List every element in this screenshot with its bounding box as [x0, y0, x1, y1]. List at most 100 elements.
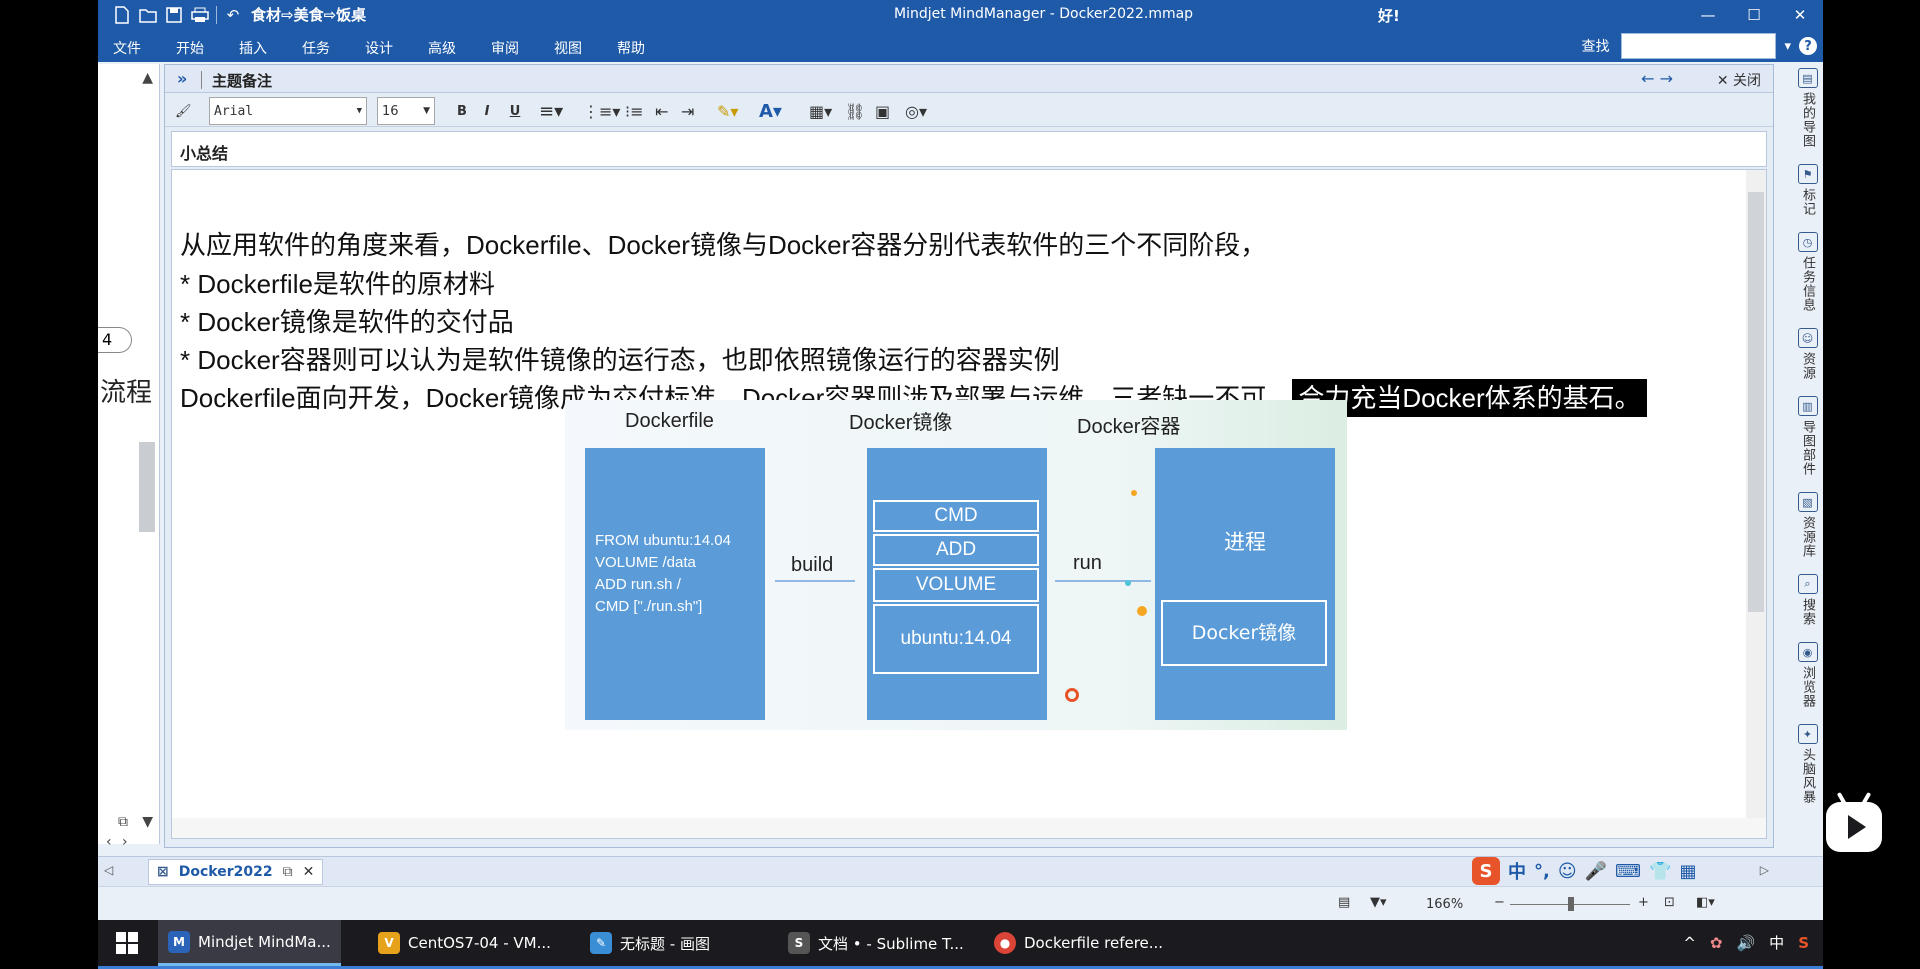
- map-overview-icon[interactable]: ⧉: [118, 814, 128, 830]
- emoji-icon[interactable]: ☺: [1558, 861, 1577, 882]
- bold-button[interactable]: B: [450, 99, 474, 123]
- menu-insert[interactable]: 插入: [239, 38, 302, 58]
- taskbar-sublime[interactable]: S 文档 • - Sublime T...: [778, 920, 974, 966]
- page-icon[interactable]: ▤: [1338, 895, 1350, 910]
- menu-view[interactable]: 视图: [554, 38, 617, 58]
- numbered-list-icon[interactable]: ⋮≡▾: [583, 99, 620, 123]
- decrease-indent-icon[interactable]: ⇤: [655, 99, 668, 123]
- insert-object-icon[interactable]: ◎▾: [905, 99, 927, 123]
- zoom-slider-knob[interactable]: [1568, 897, 1574, 911]
- microphone-icon[interactable]: 🎤: [1585, 861, 1607, 882]
- minimize-icon[interactable]: —: [1685, 0, 1731, 30]
- windows-start-icon[interactable]: [116, 932, 138, 954]
- filter-icon[interactable]: ▼▾: [1370, 895, 1387, 910]
- docker-image-box: CMD ADD VOLUME ubuntu:14.04: [867, 448, 1047, 720]
- tab-brainstorm[interactable]: ✦ 头脑风暴: [1792, 720, 1823, 804]
- tab-markers[interactable]: ⚑ 标记: [1792, 160, 1823, 216]
- taskbar-paint[interactable]: ✎ 无标题 - 画图: [580, 920, 720, 966]
- save-icon[interactable]: [164, 5, 184, 25]
- italic-button[interactable]: I: [475, 99, 499, 123]
- font-size-select[interactable]: 16 ▼: [377, 97, 435, 125]
- taskbar-chrome[interactable]: ● Dockerfile refere...: [984, 920, 1173, 966]
- scroll-up-icon[interactable]: ▲: [142, 70, 153, 86]
- zoom-out-icon[interactable]: −: [1494, 895, 1505, 910]
- video-play-icon[interactable]: [1826, 791, 1882, 852]
- underline-button[interactable]: U: [503, 99, 527, 123]
- tab-scroll-left-icon[interactable]: ◁: [104, 863, 113, 877]
- taskbar-vmware[interactable]: V CentOS7-04 - VM...: [368, 920, 561, 966]
- search-icon: ⌕: [1797, 574, 1818, 594]
- tab-my-maps[interactable]: ▤ 我的导图: [1792, 64, 1823, 148]
- tab-search[interactable]: ⌕ 搜索: [1792, 570, 1823, 626]
- zoom-in-icon[interactable]: +: [1638, 895, 1649, 910]
- ime-toolbar: S 中 °, ☺ 🎤 ⌨ 👕 ▦: [1472, 857, 1696, 885]
- highlight-color-icon[interactable]: ✎▾: [717, 99, 738, 123]
- font-family-select[interactable]: Arial ▼: [209, 97, 367, 125]
- align-icon[interactable]: ≡▾: [539, 99, 563, 123]
- punctuation-icon[interactable]: °,: [1534, 861, 1550, 882]
- increase-indent-icon[interactable]: ⇥: [681, 99, 694, 123]
- view-options-icon[interactable]: ▾: [1784, 39, 1791, 54]
- tab-library[interactable]: ▧ 资源库: [1792, 488, 1823, 558]
- markers-icon: ⚑: [1797, 164, 1818, 184]
- undo-icon[interactable]: ↶: [223, 5, 243, 25]
- navigate-arrows-icon[interactable]: ← →: [1641, 69, 1673, 88]
- decor-dot: [1131, 490, 1137, 496]
- insert-image-icon[interactable]: ▣: [875, 99, 890, 123]
- scroll-right-icon[interactable]: ›: [122, 834, 128, 850]
- table-icon[interactable]: ▦▾: [809, 99, 832, 123]
- document-tab-bar: ◁ ⊠ Docker2022 ⧉ ✕ S 中 °, ☺ 🎤 ⌨ 👕 ▦ ▷: [98, 856, 1823, 886]
- skin-icon[interactable]: 👕: [1649, 861, 1671, 882]
- tab-resources[interactable]: ☺ 资源: [1792, 324, 1823, 380]
- topic-subject-field[interactable]: 小总结: [171, 131, 1767, 167]
- toolbox-icon[interactable]: ▦: [1679, 861, 1696, 882]
- tab-task-info[interactable]: ◷ 任务信息: [1792, 228, 1823, 312]
- menu-advanced[interactable]: 高级: [428, 38, 491, 58]
- taskbar-mindmanager[interactable]: M Mindjet MindMa...: [158, 920, 341, 966]
- notes-close-button[interactable]: ✕ 关闭: [1717, 70, 1761, 90]
- find-input[interactable]: [1621, 33, 1777, 59]
- tray-language[interactable]: 中: [1769, 932, 1784, 953]
- keyboard-icon[interactable]: ⌨: [1615, 861, 1641, 882]
- menu-file[interactable]: 文件: [113, 38, 176, 58]
- menu-home[interactable]: 开始: [176, 38, 239, 58]
- format-painter-icon[interactable]: 🖌: [175, 99, 192, 123]
- notes-scrollbar-thumb[interactable]: [1748, 192, 1764, 612]
- new-document-icon[interactable]: [112, 5, 132, 25]
- vertical-scrollbar-thumb[interactable]: [139, 442, 155, 532]
- expand-panel-icon[interactable]: »: [177, 69, 187, 88]
- image-layer: ubuntu:14.04: [873, 604, 1039, 674]
- bullet-list-icon[interactable]: ⁝≡: [625, 99, 644, 123]
- tab-close-icon[interactable]: ✕: [303, 864, 315, 880]
- close-icon[interactable]: ✕: [1777, 0, 1823, 30]
- layout-toggle-icon[interactable]: ◧▾: [1696, 895, 1715, 910]
- help-icon[interactable]: ?: [1799, 37, 1817, 55]
- tab-browser[interactable]: ◉ 浏览器: [1792, 638, 1823, 708]
- font-color-icon[interactable]: A▾: [759, 99, 782, 123]
- tab-scroll-right-icon[interactable]: ▷: [1760, 863, 1769, 877]
- notes-vertical-scrollbar[interactable]: [1746, 170, 1766, 820]
- print-icon[interactable]: [190, 5, 210, 25]
- hyperlink-icon[interactable]: ⛓: [845, 99, 865, 123]
- tab-map-parts[interactable]: ▥ 导图部件: [1792, 392, 1823, 476]
- sogou-tray-icon[interactable]: S: [1798, 934, 1809, 952]
- tab-docker2022[interactable]: ⊠ Docker2022 ⧉ ✕: [148, 859, 324, 885]
- maximize-icon[interactable]: ☐: [1731, 0, 1777, 30]
- notes-horizontal-scrollbar[interactable]: [172, 818, 1766, 838]
- tray-expand-icon[interactable]: ^: [1683, 934, 1696, 952]
- sogou-ime-icon[interactable]: S: [1472, 857, 1500, 885]
- volume-icon[interactable]: 🔊: [1736, 934, 1755, 952]
- scroll-left-icon[interactable]: ‹: [106, 834, 112, 850]
- tray-app-icon[interactable]: ✿: [1710, 934, 1723, 952]
- menu-task[interactable]: 任务: [302, 38, 365, 58]
- tab-pin-icon[interactable]: ⧉: [283, 864, 293, 880]
- open-folder-icon[interactable]: [138, 5, 158, 25]
- menu-design[interactable]: 设计: [365, 38, 428, 58]
- menu-help[interactable]: 帮助: [617, 38, 680, 58]
- fit-map-icon[interactable]: ⊡: [1664, 895, 1675, 910]
- ime-language[interactable]: 中: [1508, 858, 1526, 884]
- scroll-down-icon[interactable]: ▼: [142, 814, 153, 830]
- menu-review[interactable]: 审阅: [491, 38, 554, 58]
- notes-editor[interactable]: 从应用软件的角度来看，Dockerfile、Docker镜像与Docker容器分…: [171, 169, 1767, 839]
- map-view-pane[interactable]: ▲ 4 流程 ⧉ ▼ ‹ ›: [98, 64, 160, 850]
